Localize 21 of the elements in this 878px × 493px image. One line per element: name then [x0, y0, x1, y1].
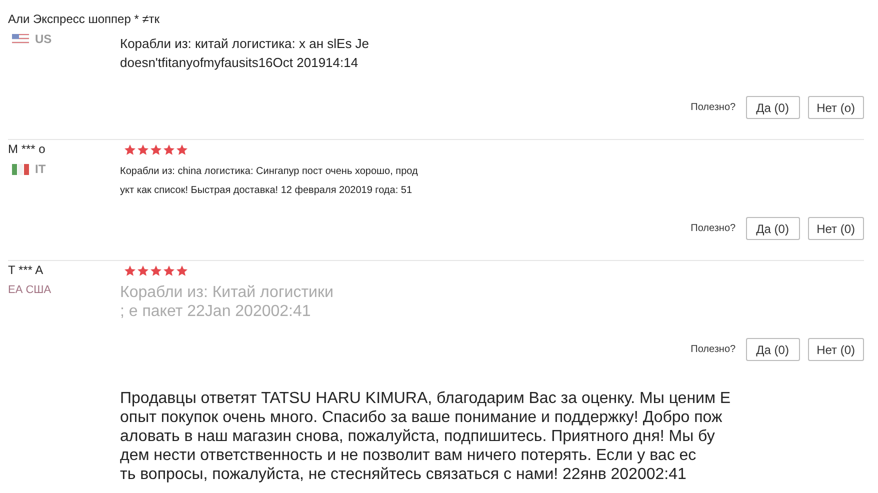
reviewer-name: Али Экспресс шоппер * ≠тк: [8, 11, 160, 28]
yes-button[interactable]: Да (0): [746, 217, 800, 240]
helpful-label: Полезно?: [690, 223, 736, 234]
reviewer-name: T *** A: [8, 262, 44, 279]
no-button[interactable]: Нет (0): [808, 338, 864, 361]
reviewer-name: M *** o: [8, 141, 46, 158]
helpful-label: Полезно?: [690, 344, 736, 355]
yes-button[interactable]: Да (0): [746, 338, 800, 361]
review-text: Корабли из: Китай логистики ; е пакет 22Jan 202002:41: [120, 283, 334, 321]
us-flag-icon: [12, 34, 29, 45]
seller-reply: Продавцы ответят TATSU HARU KIMURA, благодарим Вас за оценку. Мы ценим Е опыт покупок очень много. Спасибо за ваше понимание и поддержку! Добро пож аловать в наш магазин снова, пожалуйста, подпишитесь. Приятного дня! Мы бу дем нести ответственность и не позволит вам ничего потерять. Если у вас ес ть вопросы, пожалуйста, не стесняйтесь связаться с нами! 22янв 202002:41: [119, 389, 732, 484]
no-button[interactable]: Нет (0): [808, 217, 864, 240]
yes-button[interactable]: Да (0): [746, 96, 800, 119]
helpful-label: Полезно?: [690, 102, 736, 113]
no-button[interactable]: Нет (o): [808, 96, 864, 119]
review-text: Корабли из: china логистика: Сингапур пост очень хорошо, прод укт как список! Быстрая доставка! 12 февраля 202019 года: 51: [120, 165, 418, 198]
italy-flag-icon: [12, 164, 29, 175]
country-label: IT: [35, 162, 46, 176]
country-label: ЕА США: [8, 284, 52, 296]
country-label: US: [35, 32, 52, 46]
review-text: Корабли из: китай логистика: x ан slEs Je doesn'tfitanyofmyfausits16Oct 201914:14: [120, 35, 370, 72]
